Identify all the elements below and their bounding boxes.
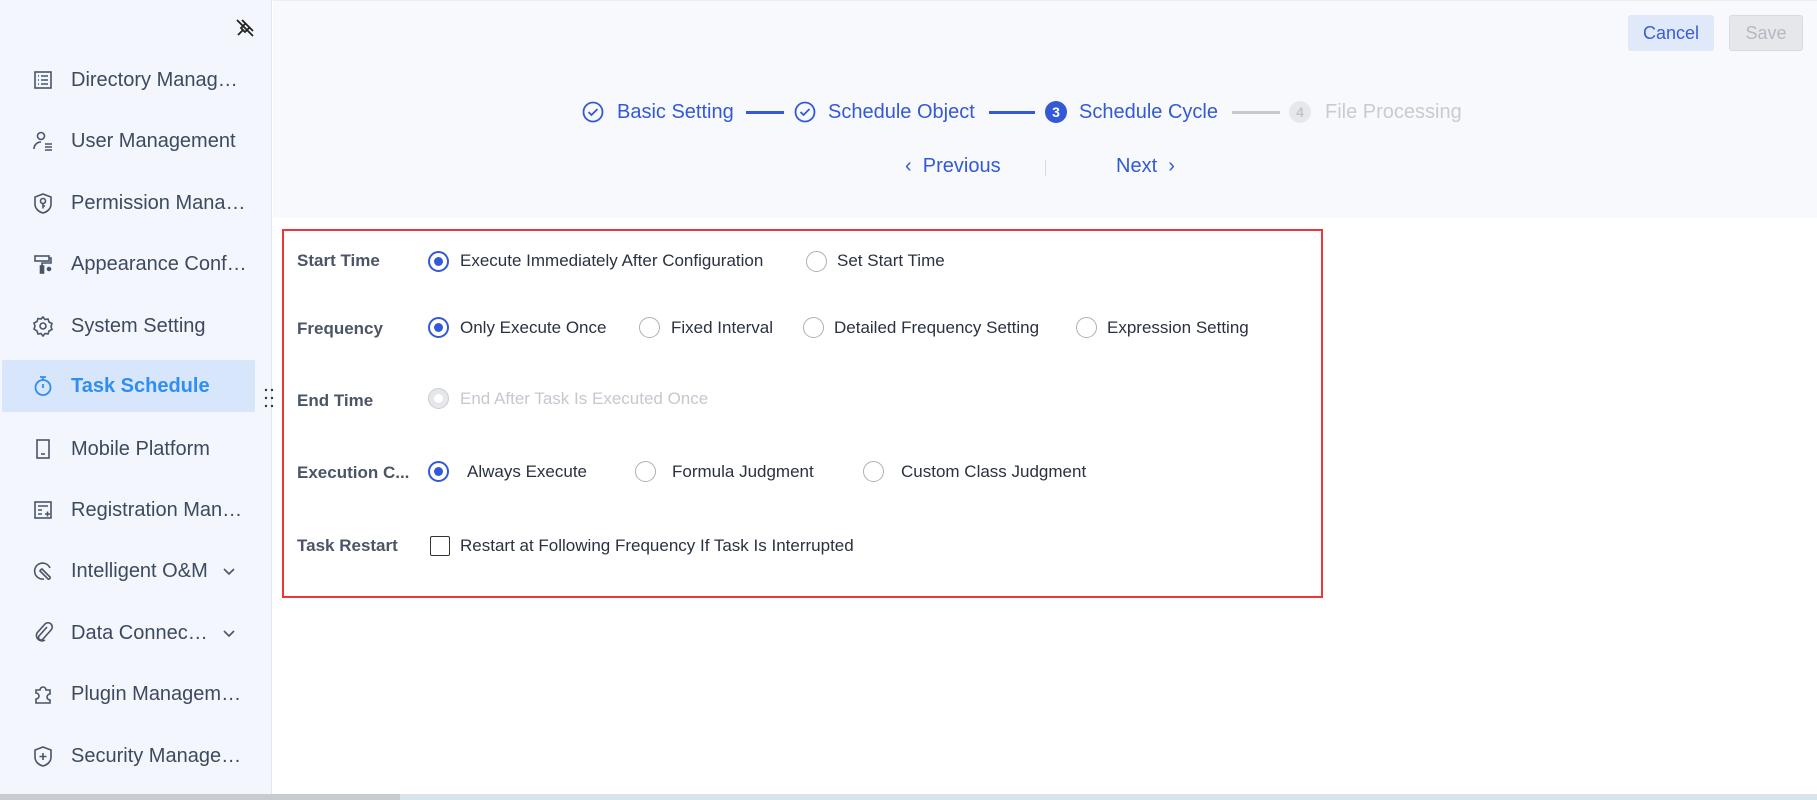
option-label[interactable]: Expression Setting (1107, 318, 1249, 338)
sidebar-item-user-management[interactable]: User Management (2, 115, 255, 167)
option-label[interactable]: Always Execute (467, 462, 587, 482)
save-button[interactable]: Save (1729, 15, 1803, 51)
sidebar-item-label: System Setting (71, 314, 206, 337)
option-label[interactable]: Only Execute Once (460, 318, 606, 338)
step-connector (1232, 111, 1280, 114)
radio-formula-judgment[interactable] (635, 461, 656, 482)
radio-only-execute-once[interactable] (428, 317, 449, 338)
stopwatch-icon (34, 376, 52, 396)
checkbox-label[interactable]: Restart at Following Frequency If Task I… (460, 536, 854, 556)
option-label: End After Task Is Executed Once (460, 389, 709, 408)
chevron-down-icon[interactable] (222, 626, 236, 640)
option-label[interactable]: Detailed Frequency Setting (834, 318, 1039, 338)
option-label[interactable]: Custom Class Judgment (901, 462, 1086, 482)
chevron-left-icon: ‹ (905, 155, 923, 177)
paint-roller-icon (34, 255, 52, 274)
option-label[interactable]: Formula Judgment (672, 462, 814, 482)
sidebar-item-label: Directory Manag… (71, 68, 238, 91)
radio-expression-setting[interactable] (1076, 317, 1097, 338)
sidebar-item-label: Task Schedule (71, 374, 210, 397)
radio-detailed-frequency[interactable] (803, 317, 824, 338)
option-label[interactable]: Fixed Interval (671, 318, 773, 338)
end-time-label: End Time (297, 391, 374, 410)
puzzle-icon (35, 686, 51, 704)
sidebar-item-label: Permission Mana… (71, 191, 246, 214)
radio-fixed-interval[interactable] (639, 317, 660, 338)
radio-always-execute[interactable] (428, 461, 449, 482)
radio-custom-class-judgment[interactable] (863, 461, 884, 482)
frequency-label: Frequency (297, 319, 383, 338)
sidebar-item-intelligent-om[interactable]: Intelligent O&M (2, 545, 255, 597)
task-restart-label: Task Restart (297, 536, 398, 555)
chevron-right-icon: › (1157, 155, 1175, 177)
sidebar-item-system-setting[interactable]: System Setting (2, 300, 255, 352)
sidebar-item-registration-management[interactable]: Registration Man… (2, 484, 255, 536)
user-list-icon (33, 131, 52, 151)
previous-button[interactable]: ‹ Previous (905, 155, 1001, 178)
execution-condition-label: Execution C... (297, 463, 410, 482)
sidebar-item-data-connection[interactable]: Data Connec… (2, 607, 255, 659)
sidebar-item-permission-management[interactable]: Permission Mana… (2, 177, 255, 229)
step-number-badge: 4 (1289, 101, 1311, 123)
sidebar-item-label: User Management (71, 129, 236, 152)
option-label[interactable]: Execute Immediately After Configuration (460, 251, 763, 271)
sidebar-item-task-schedule[interactable]: Task Schedule (2, 360, 255, 412)
wrench-icon (33, 562, 51, 580)
next-button[interactable]: Next › (1116, 155, 1175, 178)
shield-plus-icon (34, 746, 52, 767)
shield-key-icon (34, 193, 52, 214)
sidebar-item-appearance-configuration[interactable]: Appearance Conf… (2, 238, 255, 290)
form-add-icon (34, 501, 52, 519)
sidebar-item-label: Plugin Managem… (71, 682, 242, 705)
divider (1045, 160, 1046, 176)
scrollbar-thumb[interactable] (0, 794, 400, 800)
mobile-icon (36, 439, 50, 459)
sidebar-item-label: Mobile Platform (71, 437, 210, 460)
horizontal-scrollbar[interactable] (0, 794, 1817, 800)
step-schedule-object[interactable]: Schedule Object (828, 100, 975, 124)
sidebar: Directory Manag… User Management Permiss… (0, 0, 272, 800)
restart-checkbox[interactable] (430, 536, 450, 556)
check-circle-icon (582, 101, 604, 123)
option-label[interactable]: Set Start Time (837, 251, 945, 271)
radio-execute-immediately[interactable] (428, 251, 449, 272)
step-connector (746, 111, 784, 114)
chevron-down-icon[interactable] (222, 564, 236, 578)
sidebar-item-label: Registration Man… (71, 498, 243, 521)
step-basic-setting[interactable]: Basic Setting (617, 100, 734, 124)
sidebar-item-label: Intelligent O&M (71, 559, 208, 582)
unpin-icon[interactable] (233, 16, 257, 40)
previous-label: Previous (922, 155, 1001, 177)
list-icon (34, 71, 52, 89)
step-number-badge: 3 (1045, 101, 1067, 123)
sidebar-item-mobile-platform[interactable]: Mobile Platform (2, 423, 255, 475)
sidebar-item-label: Data Connec… (71, 621, 208, 644)
next-label: Next (1116, 155, 1158, 177)
sidebar-item-label: Appearance Conf… (71, 252, 247, 275)
start-time-label: Start Time (297, 251, 380, 270)
sidebar-item-plugin-management[interactable]: Plugin Managem… (2, 668, 255, 720)
radio-end-after-once (428, 388, 449, 409)
sidebar-item-directory-management[interactable]: Directory Manag… (2, 54, 255, 106)
step-connector (989, 111, 1035, 114)
gear-icon (33, 315, 53, 337)
cancel-button[interactable]: Cancel (1628, 15, 1714, 51)
check-circle-icon (794, 101, 816, 123)
step-schedule-cycle[interactable]: Schedule Cycle (1079, 100, 1218, 124)
step-file-processing: File Processing (1325, 101, 1462, 123)
paperclip-icon (35, 622, 54, 642)
radio-set-start-time[interactable] (806, 251, 827, 272)
sidebar-item-security-management[interactable]: Security Manage… (2, 730, 255, 782)
sidebar-item-label: Security Manage… (71, 744, 242, 767)
resize-handle-icon[interactable] (264, 387, 274, 409)
